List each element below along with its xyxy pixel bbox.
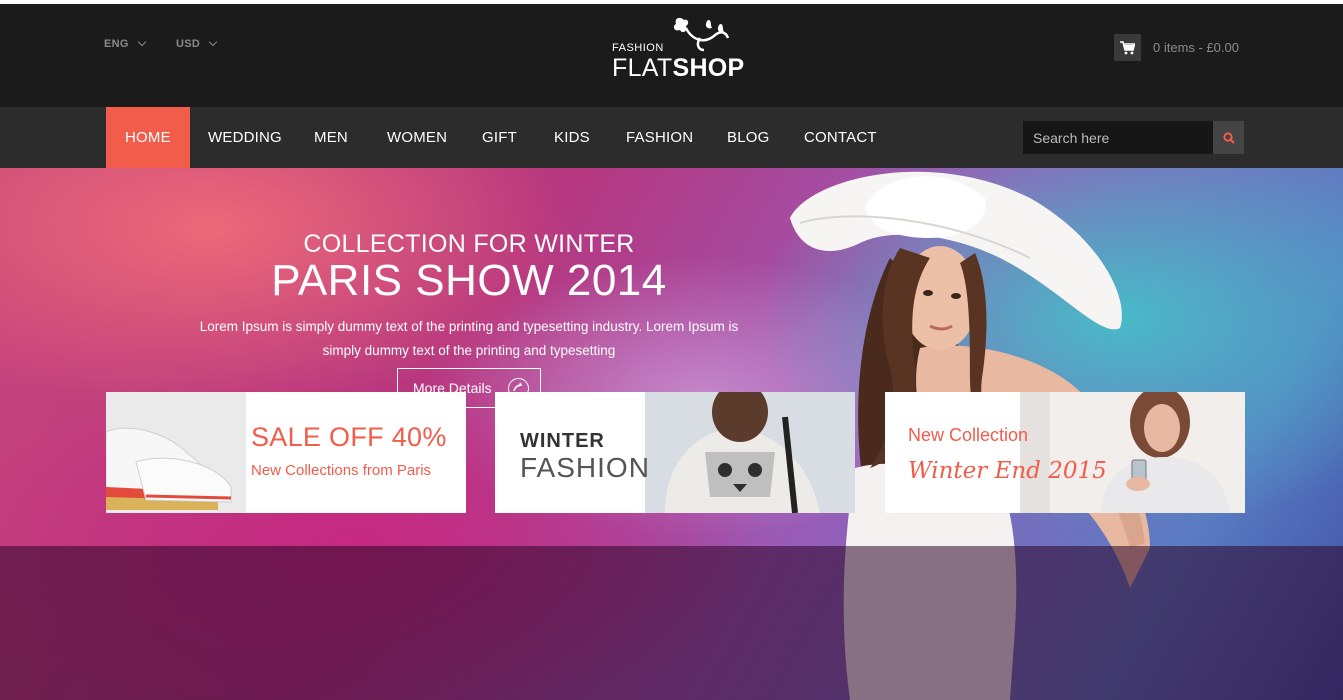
banner-collection-title: New Collection xyxy=(908,425,1029,445)
logo-tagline: FASHION xyxy=(612,42,664,54)
banner-collection-subtitle: Winter End 2015 xyxy=(908,458,1107,484)
language-selector[interactable]: ENG xyxy=(104,37,146,50)
sweater-model-image xyxy=(645,392,855,513)
nav-item-kids[interactable]: KIDS xyxy=(554,107,590,168)
nav-item-fashion[interactable]: FASHION xyxy=(626,107,693,168)
nav-item-women[interactable]: WOMEN xyxy=(387,107,447,168)
banner-sale-subtitle: New Collections from Paris xyxy=(251,462,432,479)
cart-summary[interactable]: 0 items - £0.00 xyxy=(1114,34,1239,61)
main-nav: HOME WEDDING MEN WOMEN GIFT KIDS FASHION… xyxy=(0,107,1343,168)
cart-text: 0 items - £0.00 xyxy=(1153,40,1239,55)
search-button[interactable] xyxy=(1213,121,1244,154)
promo-banner-winter[interactable]: WINTER FASHION xyxy=(495,392,855,513)
nav-item-men[interactable]: MEN xyxy=(314,107,348,168)
logo-wordmark: FLATSHOP xyxy=(612,54,745,82)
cart-icon xyxy=(1114,34,1141,61)
nav-item-gift[interactable]: GIFT xyxy=(482,107,517,168)
promo-banner-collection[interactable]: New Collection Winter End 2015 xyxy=(885,392,1245,513)
banner-winter-title: WINTER xyxy=(520,430,605,452)
currency-label: USD xyxy=(176,38,201,50)
language-label: ENG xyxy=(104,38,129,50)
hero-description: Lorem Ipsum is simply dummy text of the … xyxy=(199,319,739,358)
chevron-down-icon xyxy=(208,37,218,47)
site-logo[interactable]: FASHION FLATSHOP xyxy=(612,14,752,84)
promo-banner-sale[interactable]: SALE OFF 40% New Collections from Paris xyxy=(106,392,466,513)
phone-model-image xyxy=(1020,392,1245,513)
sneakers-image xyxy=(106,392,246,513)
currency-selector[interactable]: USD xyxy=(176,37,218,50)
banner-winter-subtitle: FASHION xyxy=(520,452,650,483)
nav-item-home[interactable]: HOME xyxy=(106,107,190,168)
banner-strip xyxy=(0,546,1343,700)
search-icon xyxy=(1222,131,1235,144)
flower-icon xyxy=(673,17,730,52)
banner-sale-title: SALE OFF 40% xyxy=(251,422,447,452)
header-bar: ENG USD FASHION FLATSHOP 0 items - £0.00 xyxy=(0,4,1343,107)
nav-item-wedding[interactable]: WEDDING xyxy=(208,107,282,168)
nav-item-blog[interactable]: BLOG xyxy=(727,107,769,168)
chevron-down-icon xyxy=(137,37,146,47)
nav-item-contact[interactable]: CONTACT xyxy=(804,107,877,168)
search-input[interactable] xyxy=(1023,121,1213,154)
